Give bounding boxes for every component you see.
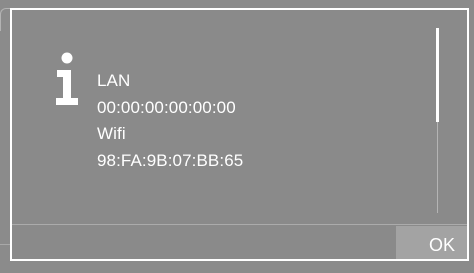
network-info: LAN 00:00:00:00:00:00 Wifi 98:FA:9B:07:B… [97,68,243,174]
info-dialog: LAN 00:00:00:00:00:00 Wifi 98:FA:9B:07:B… [10,8,469,261]
scrollbar-thumb[interactable] [436,28,439,122]
lan-label: LAN [97,71,131,90]
info-icon [56,52,78,105]
lan-mac-address: 00:00:00:00:00:00 [97,97,236,117]
dialog-content: LAN 00:00:00:00:00:00 Wifi 98:FA:9B:07:B… [12,10,467,224]
footer-separator [12,224,467,225]
wifi-mac-address: 98:FA:9B:07:BB:65 [97,150,244,170]
screen: LAN 00:00:00:00:00:00 Wifi 98:FA:9B:07:B… [0,0,474,273]
ok-button[interactable]: OK [396,226,467,259]
wifi-label: Wifi [97,124,126,143]
